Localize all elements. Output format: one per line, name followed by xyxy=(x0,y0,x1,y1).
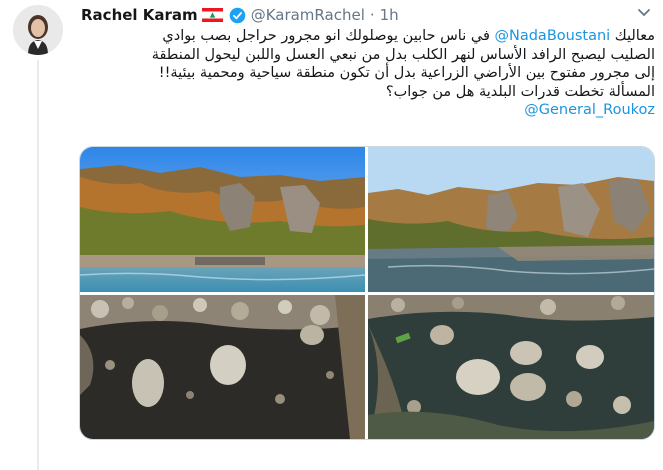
meta-separator: · xyxy=(369,6,375,24)
tweet-text-line-3: إلى مجرور مفتوح بين الأراضي الزراعية بدل… xyxy=(158,65,655,81)
mention-link[interactable]: @NadaBoustani xyxy=(495,28,611,44)
tweet-text-line-4: المسألة تخطت قدرات البلدية هل من جواب؟ xyxy=(385,83,655,100)
tweet-text-segment: في ناس حابين يوصلولك انو مجرور حراجل بصب… xyxy=(162,28,495,44)
photo-content xyxy=(368,147,654,292)
avatar[interactable] xyxy=(13,5,63,55)
photo-content xyxy=(80,295,365,439)
author-handle[interactable]: @KaramRachel xyxy=(251,6,365,24)
tweet-text-line-2: الصليب ليصبح الرافد الأساس لنهر الكلب بد… xyxy=(151,46,655,63)
tweet-card: Rachel Karam @KaramRachel · 1h معاليك @N… xyxy=(0,0,663,470)
photo-content xyxy=(80,147,365,292)
river-valley-photo-2[interactable] xyxy=(368,147,654,292)
mention-link[interactable]: @General_Roukoz xyxy=(524,102,655,118)
tweet-time[interactable]: 1h xyxy=(380,6,399,24)
verified-badge-icon xyxy=(229,7,245,23)
tweet-header: Rachel Karam @KaramRachel · 1h xyxy=(81,4,399,26)
riverbed-rocks-photo-2[interactable] xyxy=(368,295,654,439)
tweet-text-segment: معاليك xyxy=(610,28,655,44)
thread-line xyxy=(37,60,39,470)
avatar-image xyxy=(13,5,63,55)
tweet-text-line-1: معاليك @NadaBoustani في ناس حابين يوصلول… xyxy=(81,27,655,46)
river-valley-photo-1[interactable] xyxy=(80,147,365,292)
photo-content xyxy=(368,295,654,439)
riverbed-rocks-photo-1[interactable] xyxy=(80,295,365,439)
tweet-text-line-5: @General_Roukoz xyxy=(81,101,655,120)
media-grid xyxy=(79,146,655,440)
author-name[interactable]: Rachel Karam xyxy=(81,6,198,24)
lebanon-flag-icon xyxy=(201,8,223,22)
chevron-down-icon[interactable] xyxy=(637,8,651,18)
tweet-text: معاليك @NadaBoustani في ناس حابين يوصلول… xyxy=(81,27,655,120)
